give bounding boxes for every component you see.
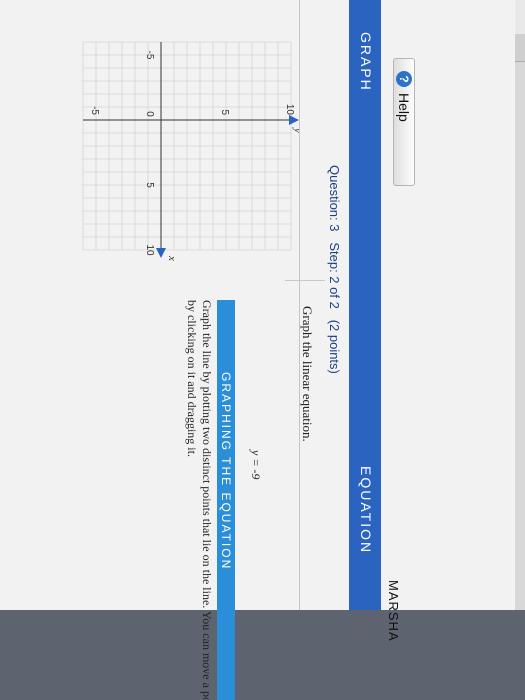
- help-button[interactable]: ? Help: [393, 58, 415, 186]
- x-tick-label: 10: [144, 244, 155, 256]
- y-axis-label: y: [292, 127, 299, 133]
- equation-display: y = -9: [249, 450, 263, 480]
- instruction-text: Graph the linear equation.: [300, 306, 315, 442]
- browser-toolbar: [515, 0, 525, 700]
- arrow-icon: [289, 115, 299, 125]
- graph-canvas[interactable]: x y -5 0 5 10 -5 5 10: [0, 0, 299, 310]
- points-label: (2 points): [327, 319, 342, 374]
- window-edge: [0, 610, 525, 700]
- divider: [299, 0, 300, 610]
- grid: [82, 41, 292, 251]
- question-info: Question: 3 Step: 2 of 2 (2 points): [327, 165, 342, 374]
- browser-tab[interactable]: [515, 34, 525, 62]
- step-indicator: Step: 2 of 2: [327, 242, 342, 309]
- app-screen: ? Help MARSHA GRAPH EQUATION Question: 3…: [0, 0, 525, 700]
- x-axis-label: x: [166, 255, 178, 261]
- browser-tab[interactable]: [515, 0, 525, 35]
- y-tick-label: -5: [89, 106, 100, 115]
- section-title: GRAPHING THE EQUATION: [219, 372, 233, 571]
- help-label: Help: [396, 93, 412, 122]
- user-name: MARSHA: [386, 580, 401, 642]
- graph-title: GRAPH: [358, 32, 374, 92]
- section-text: Graph the line by plotting two distinct …: [185, 300, 214, 700]
- equation-title: EQUATION: [358, 466, 374, 555]
- x-tick-label: -5: [144, 51, 155, 60]
- x-tick-label: 0: [144, 111, 155, 117]
- question-circle-icon: ?: [396, 71, 412, 87]
- x-tick-label: 5: [144, 182, 155, 188]
- arrow-icon: [156, 248, 166, 258]
- y-tick-label: 10: [284, 104, 295, 116]
- y-tick-label: 5: [219, 109, 230, 115]
- question-number: Question: 3: [327, 165, 342, 232]
